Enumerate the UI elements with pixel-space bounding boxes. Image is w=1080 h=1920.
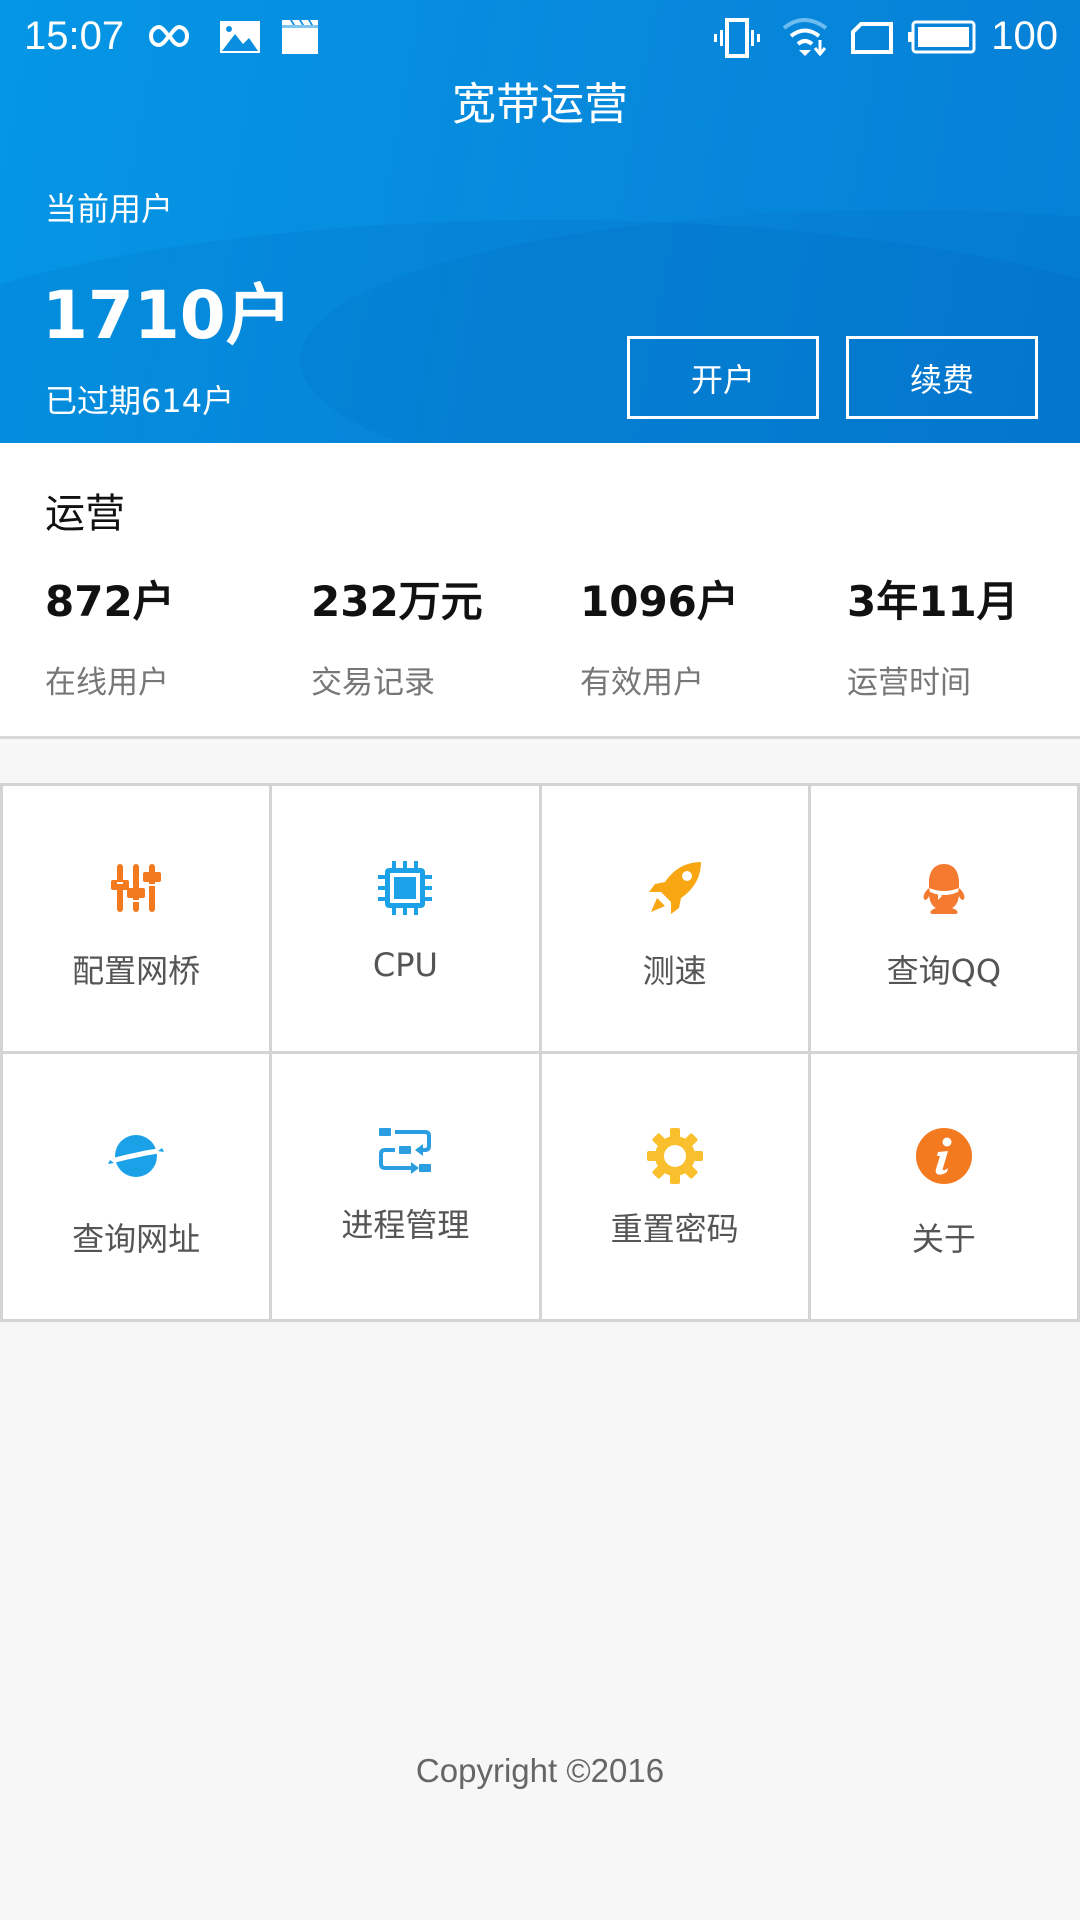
grid-item-process-management[interactable]: 进程管理	[272, 1054, 542, 1322]
renew-button[interactable]: 续费	[846, 336, 1038, 419]
stat-value: 232万元	[311, 577, 483, 626]
grid-item-query-qq[interactable]: 查询QQ	[810, 786, 1080, 1054]
grid-item-label: 重置密码	[610, 1210, 739, 1248]
stat-valid-users: 1096户 有效用户	[580, 568, 739, 702]
cpu-icon	[378, 861, 433, 915]
function-grid: 配置网桥 CPU 测速 查询QQ 查询网址 进程管理 重置密码 关于	[0, 783, 1080, 1322]
clapperboard-icon	[282, 20, 318, 54]
header-banner: 15:07 100 宽带运营 当前用户 1710户 已过期614户 开户 续费	[0, 0, 1080, 443]
status-time: 15:07	[24, 14, 125, 58]
gear-icon	[646, 1128, 703, 1184]
operations-title: 运营	[45, 491, 125, 537]
page-title: 宽带运营	[452, 79, 628, 130]
grid-item-label: 查询网址	[72, 1220, 201, 1258]
grid-item-speed-test[interactable]: 测速	[541, 786, 811, 1054]
grid-item-query-url[interactable]: 查询网址	[3, 1054, 273, 1322]
battery-level: 100	[991, 14, 1058, 58]
stat-label: 运营时间	[847, 665, 971, 701]
infinity-icon	[148, 24, 190, 48]
qq-penguin-icon	[923, 864, 965, 914]
grid-item-label: 查询QQ	[886, 952, 1002, 990]
grid-item-reset-password[interactable]: 重置密码	[541, 1054, 811, 1322]
planet-icon	[107, 1135, 165, 1177]
grid-item-label: 关于	[911, 1220, 976, 1258]
status-bar: 15:07 100	[0, 0, 1080, 72]
operations-card: 运营 872户 在线用户 232万元 交易记录 1096户 有效用户 3年11月…	[0, 443, 1080, 739]
grid-item-about[interactable]: 关于	[810, 1054, 1080, 1322]
grid-item-cpu[interactable]: CPU	[272, 786, 542, 1054]
sim-icon	[851, 22, 893, 54]
info-icon	[915, 1128, 972, 1184]
stat-value: 872户	[45, 577, 175, 626]
sliders-icon	[111, 864, 162, 912]
stat-label: 交易记录	[311, 665, 435, 701]
stat-value: 1096户	[580, 577, 739, 626]
grid-item-label: 测速	[642, 952, 707, 990]
grid-item-bridge-config[interactable]: 配置网桥	[3, 786, 273, 1054]
rocket-icon	[648, 862, 701, 914]
battery-icon	[908, 20, 976, 54]
open-account-button[interactable]: 开户	[627, 336, 819, 419]
image-icon	[220, 21, 260, 53]
stat-online-users: 872户 在线用户	[45, 568, 175, 702]
vibrate-icon	[714, 18, 760, 58]
grid-item-label: 进程管理	[341, 1206, 470, 1244]
grid-item-label: CPU	[372, 946, 438, 984]
stat-label: 在线用户	[45, 665, 169, 701]
copyright: Copyright ©2016	[415, 1752, 665, 1789]
process-flow-icon	[379, 1128, 432, 1174]
grid-item-label: 配置网桥	[72, 952, 201, 990]
expired-users: 已过期614户	[45, 382, 235, 420]
current-users-label: 当前用户	[45, 190, 174, 228]
stat-operating-time: 3年11月 运营时间	[847, 568, 1019, 702]
current-users-value: 1710户	[42, 277, 292, 354]
stat-label: 有效用户	[580, 665, 704, 701]
stat-value: 3年11月	[847, 577, 1019, 626]
wifi-icon	[782, 18, 828, 57]
stat-transactions: 232万元 交易记录	[311, 568, 483, 702]
